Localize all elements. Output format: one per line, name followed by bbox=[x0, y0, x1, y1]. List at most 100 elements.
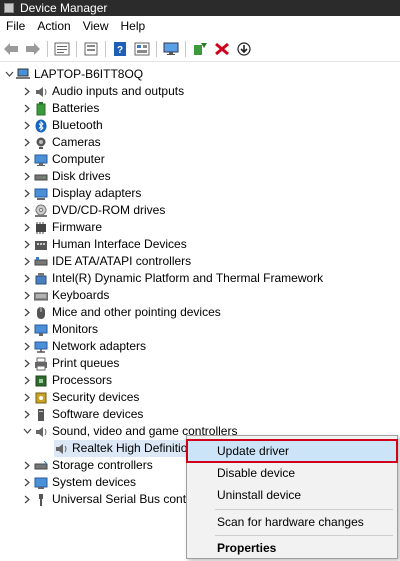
chevron-right-icon[interactable] bbox=[20, 151, 34, 168]
chevron-right-icon[interactable] bbox=[20, 491, 34, 508]
tree-item-mice[interactable]: Mice and other pointing devices bbox=[20, 304, 221, 321]
tree-item-computer[interactable]: Computer bbox=[20, 151, 105, 168]
properties-icon[interactable] bbox=[53, 40, 71, 58]
menu-view[interactable]: View bbox=[77, 16, 115, 37]
chevron-right-icon[interactable] bbox=[20, 270, 34, 287]
tree-item-label: Processors bbox=[52, 373, 113, 387]
tree-item-disk-drives[interactable]: Disk drives bbox=[20, 168, 111, 185]
dvd-icon bbox=[34, 204, 48, 218]
tree-item-dvd[interactable]: DVD/CD-ROM drives bbox=[20, 202, 165, 219]
update-driver-menu-item[interactable]: Update driver bbox=[186, 439, 398, 463]
tree-item-label: Network adapters bbox=[52, 339, 147, 353]
forward-icon[interactable] bbox=[24, 40, 42, 58]
toolbar-separator bbox=[105, 41, 106, 57]
tree-item-audio[interactable]: Audio inputs and outputs bbox=[20, 83, 184, 100]
context-menu: Update driver Disable device Uninstall d… bbox=[186, 435, 398, 559]
disable-device-menu-item[interactable]: Disable device bbox=[187, 462, 397, 484]
uninstall-icon[interactable] bbox=[213, 40, 231, 58]
tree-item-realtek[interactable]: Realtek High Definition bbox=[54, 440, 201, 457]
tree-item-label: Display adapters bbox=[52, 186, 142, 200]
chevron-right-icon[interactable] bbox=[20, 457, 34, 474]
tree-item-system-devices[interactable]: System devices bbox=[20, 474, 136, 491]
chevron-right-icon[interactable] bbox=[20, 406, 34, 423]
chevron-right-icon[interactable] bbox=[20, 185, 34, 202]
tree-item-label: Security devices bbox=[52, 390, 140, 404]
show-hidden-icon[interactable] bbox=[82, 40, 100, 58]
chevron-right-icon[interactable] bbox=[20, 134, 34, 151]
tree-item-usb[interactable]: Universal Serial Bus contro bbox=[20, 491, 197, 508]
tree-item-keyboards[interactable]: Keyboards bbox=[20, 287, 109, 304]
tree-item-label: Disk drives bbox=[52, 169, 111, 183]
chevron-right-icon[interactable] bbox=[20, 321, 34, 338]
tree-item-label: Universal Serial Bus contro bbox=[52, 492, 197, 506]
tree-item-label: Monitors bbox=[52, 322, 99, 336]
chevron-down-icon[interactable] bbox=[2, 66, 16, 83]
chevron-down-icon[interactable] bbox=[20, 423, 34, 440]
security-icon bbox=[34, 391, 48, 405]
tree-root[interactable]: LAPTOP-B6ITT8OQ bbox=[2, 66, 143, 83]
scan-hardware-menu-item[interactable]: Scan for hardware changes bbox=[187, 511, 397, 533]
tree-item-storage[interactable]: Storage controllers bbox=[20, 457, 153, 474]
back-icon[interactable] bbox=[2, 40, 20, 58]
bluetooth-icon bbox=[34, 119, 48, 133]
tree-item-firmware[interactable]: Firmware bbox=[20, 219, 102, 236]
chevron-right-icon[interactable] bbox=[20, 372, 34, 389]
properties-menu-item[interactable]: Properties bbox=[187, 537, 397, 559]
chevron-right-icon[interactable] bbox=[20, 474, 34, 491]
tree-item-bluetooth[interactable]: Bluetooth bbox=[20, 117, 103, 134]
tree-item-software-devices[interactable]: Software devices bbox=[20, 406, 143, 423]
toolbar-separator bbox=[76, 41, 77, 57]
processor-icon bbox=[34, 374, 48, 388]
device-manager-icon bbox=[4, 3, 14, 13]
toolbar-separator bbox=[47, 41, 48, 57]
chevron-right-icon[interactable] bbox=[20, 236, 34, 253]
tree-item-batteries[interactable]: Batteries bbox=[20, 100, 99, 117]
keyboard-icon bbox=[34, 289, 48, 303]
laptop-icon bbox=[16, 68, 30, 82]
tree-item-cameras[interactable]: Cameras bbox=[20, 134, 101, 151]
add-driver-icon[interactable] bbox=[191, 40, 209, 58]
chevron-right-icon[interactable] bbox=[20, 219, 34, 236]
chevron-right-icon[interactable] bbox=[20, 304, 34, 321]
update-icon[interactable] bbox=[235, 40, 253, 58]
speaker-icon bbox=[54, 442, 68, 456]
tree-item-security-devices[interactable]: Security devices bbox=[20, 389, 139, 406]
chevron-right-icon[interactable] bbox=[20, 287, 34, 304]
chevron-right-icon[interactable] bbox=[20, 202, 34, 219]
view-icon[interactable] bbox=[133, 40, 151, 58]
svg-text:?: ? bbox=[117, 45, 123, 56]
tree-item-intel-dptf[interactable]: Intel(R) Dynamic Platform and Thermal Fr… bbox=[20, 270, 323, 287]
tree-item-processors[interactable]: Processors bbox=[20, 372, 112, 389]
tree-item-network[interactable]: Network adapters bbox=[20, 338, 146, 355]
mouse-icon bbox=[34, 306, 48, 320]
menu-action[interactable]: Action bbox=[31, 16, 76, 37]
tree-item-hid[interactable]: Human Interface Devices bbox=[20, 236, 187, 253]
tree-item-label: Keyboards bbox=[52, 288, 110, 302]
chevron-right-icon[interactable] bbox=[20, 83, 34, 100]
menu-help[interactable]: Help bbox=[115, 16, 152, 37]
chevron-right-icon[interactable] bbox=[20, 117, 34, 134]
help-icon[interactable]: ? bbox=[111, 40, 129, 58]
chevron-right-icon[interactable] bbox=[20, 168, 34, 185]
tree-item-label: Realtek High Definition bbox=[72, 441, 195, 455]
chevron-right-icon[interactable] bbox=[20, 355, 34, 372]
menu-bar: File Action View Help bbox=[0, 16, 400, 37]
uninstall-device-menu-item[interactable]: Uninstall device bbox=[187, 484, 397, 506]
toolbar: ? bbox=[0, 37, 400, 62]
speaker-icon bbox=[34, 85, 48, 99]
chevron-right-icon[interactable] bbox=[20, 253, 34, 270]
chevron-right-icon[interactable] bbox=[20, 100, 34, 117]
window-title: Device Manager bbox=[20, 1, 108, 15]
monitor-icon[interactable] bbox=[162, 40, 180, 58]
menu-separator bbox=[215, 509, 393, 510]
firmware-icon bbox=[34, 221, 48, 235]
tree-item-monitors[interactable]: Monitors bbox=[20, 321, 98, 338]
tree-item-display-adapters[interactable]: Display adapters bbox=[20, 185, 141, 202]
chevron-right-icon[interactable] bbox=[20, 389, 34, 406]
tree-item-label: Audio inputs and outputs bbox=[52, 84, 185, 98]
menu-file[interactable]: File bbox=[0, 16, 31, 37]
tree-item-print-queues[interactable]: Print queues bbox=[20, 355, 119, 372]
chevron-right-icon[interactable] bbox=[20, 338, 34, 355]
tree-item-label: Storage controllers bbox=[52, 458, 153, 472]
tree-item-ide[interactable]: IDE ATA/ATAPI controllers bbox=[20, 253, 191, 270]
